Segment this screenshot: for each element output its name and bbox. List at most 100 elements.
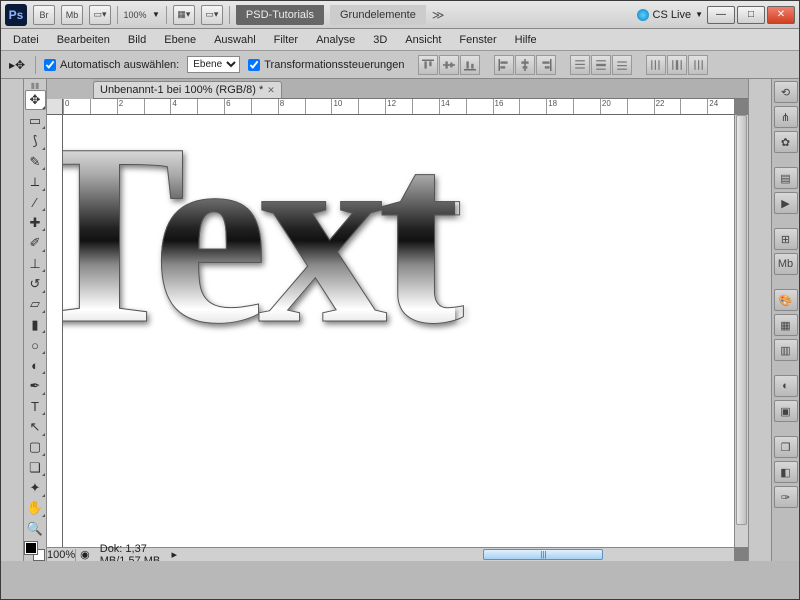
stamp-tool[interactable]: ⊥	[25, 254, 46, 273]
pen-tool[interactable]: ✒	[25, 376, 46, 395]
panel-minibridge[interactable]: Mb	[774, 253, 798, 275]
panel-tool-presets[interactable]: ⊞	[774, 228, 798, 250]
status-icon[interactable]: ◉	[76, 548, 94, 561]
menu-hilfe[interactable]: Hilfe	[507, 31, 545, 49]
hand-tool[interactable]: ✋	[25, 499, 46, 518]
menu-3d[interactable]: 3D	[365, 31, 395, 49]
dist-right[interactable]	[688, 55, 708, 75]
ruler-vertical[interactable]	[47, 115, 63, 547]
type-tool[interactable]: T	[25, 397, 46, 416]
options-bar: ▸✥ Automatisch auswählen: Ebene Transfor…	[1, 51, 799, 79]
align-left[interactable]	[494, 55, 514, 75]
auto-select-mode[interactable]: Ebene	[187, 56, 240, 73]
marquee-tool[interactable]: ▭	[25, 111, 46, 130]
menu-ansicht[interactable]: Ansicht	[397, 31, 449, 49]
align-vcenter[interactable]	[439, 55, 459, 75]
document-tab-bar: Unbenannt-1 bei 100% (RGB/8) *✕	[93, 79, 748, 99]
maximize-button[interactable]: □	[737, 6, 765, 24]
align-top[interactable]	[418, 55, 438, 75]
eraser-tool[interactable]: ▱	[25, 295, 46, 314]
panel-clone[interactable]: ▶	[774, 192, 798, 214]
arrange-docs-button[interactable]: ▭▾	[201, 5, 223, 25]
history-brush-tool[interactable]: ↺	[25, 274, 46, 293]
heal-tool[interactable]: ✚	[25, 213, 46, 232]
document-tab[interactable]: Unbenannt-1 bei 100% (RGB/8) *✕	[93, 81, 282, 98]
lasso-tool[interactable]: ⟆	[25, 131, 46, 150]
color-swatches[interactable]	[25, 542, 45, 561]
menu-analyse[interactable]: Analyse	[308, 31, 363, 49]
zoom-tool[interactable]: 🔍	[25, 519, 46, 538]
dist-top[interactable]	[570, 55, 590, 75]
workspace-tab-grund[interactable]: Grundelemente	[330, 5, 426, 25]
panel-adjustments[interactable]: ◐	[774, 375, 798, 397]
dist-hcenter[interactable]	[667, 55, 687, 75]
path-select-tool[interactable]: ↖	[25, 417, 46, 436]
workspace-tab-psd[interactable]: PSD-Tutorials	[236, 5, 324, 25]
close-button[interactable]: ✕	[767, 6, 795, 24]
auto-select-checkbox[interactable]: Automatisch auswählen:	[44, 59, 179, 71]
menu-datei[interactable]: Datei	[5, 31, 47, 49]
transform-controls-checkbox[interactable]: Transformationssteuerungen	[248, 59, 404, 71]
menu-bild[interactable]: Bild	[120, 31, 154, 49]
brush-tool[interactable]: ✐	[25, 233, 46, 252]
menu-auswahl[interactable]: Auswahl	[206, 31, 264, 49]
title-bar: Ps Br Mb ▭▾ 100% ▼ ▦▾ ▭▾ PSD-Tutorials G…	[1, 1, 799, 29]
status-bar: 100% ◉ Dok: 1,37 MB/1,57 MB ▸	[47, 547, 177, 561]
close-icon[interactable]: ✕	[267, 85, 275, 96]
quick-select-tool[interactable]: ✎	[25, 152, 46, 171]
eyedropper-tool[interactable]: ⁄	[25, 193, 46, 212]
cslive-label[interactable]: CS Live	[653, 9, 692, 21]
status-zoom[interactable]: 100%	[47, 549, 76, 561]
move-tool[interactable]: ✥	[25, 90, 46, 110]
menu-ebene[interactable]: Ebene	[156, 31, 204, 49]
collapse-strip-left[interactable]	[1, 79, 24, 561]
dodge-tool[interactable]: ◐	[25, 356, 46, 375]
status-menu-icon[interactable]: ▸	[171, 548, 177, 561]
minimize-button[interactable]: —	[707, 6, 735, 24]
ruler-horizontal[interactable]: 024681012141618202224	[63, 99, 734, 115]
zoom-level[interactable]: 100%	[124, 5, 146, 25]
align-hcenter[interactable]	[515, 55, 535, 75]
shape-tool[interactable]: ▢	[25, 438, 46, 457]
menu-bar: Datei Bearbeiten Bild Ebene Auswahl Filt…	[1, 29, 799, 51]
panel-color[interactable]: 🎨	[774, 289, 798, 311]
dist-bottom[interactable]	[612, 55, 632, 75]
more-workspaces-icon[interactable]: ≫	[432, 8, 445, 22]
align-right[interactable]	[536, 55, 556, 75]
canvas[interactable]: Text	[63, 115, 734, 547]
panel-paths[interactable]: ✑	[774, 486, 798, 508]
collapse-strip-right[interactable]	[748, 79, 771, 561]
horizontal-scrollbar[interactable]: |||	[177, 547, 734, 561]
panel-styles[interactable]: ▥	[774, 339, 798, 361]
panel-brushes[interactable]: ✿	[774, 131, 798, 153]
minibridge-button[interactable]: Mb	[61, 5, 83, 25]
blur-tool[interactable]: ○	[25, 335, 46, 354]
panel-actions[interactable]: ⋔	[774, 106, 798, 128]
dist-vcenter[interactable]	[591, 55, 611, 75]
menu-fenster[interactable]: Fenster	[451, 31, 504, 49]
panel-channels[interactable]: ◧	[774, 461, 798, 483]
menu-filter[interactable]: Filter	[266, 31, 306, 49]
panel-layers[interactable]: ❐	[774, 436, 798, 458]
panel-masks[interactable]: ▣	[774, 400, 798, 422]
bridge-button[interactable]: Br	[33, 5, 55, 25]
3d-camera-tool[interactable]: ✦	[25, 478, 46, 497]
status-docsize[interactable]: Dok: 1,37 MB/1,57 MB	[94, 543, 172, 562]
screen-mode-button[interactable]: ▭▾	[89, 5, 111, 25]
menu-bearbeiten[interactable]: Bearbeiten	[49, 31, 118, 49]
view-extras-button[interactable]: ▦▾	[173, 5, 195, 25]
vertical-scrollbar[interactable]	[734, 115, 748, 547]
dist-left[interactable]	[646, 55, 666, 75]
panel-grip[interactable]: ▮▮	[25, 81, 46, 89]
panel-brush-presets[interactable]: ▤	[774, 167, 798, 189]
ruler-origin[interactable]	[47, 99, 63, 115]
panel-swatches[interactable]: ▦	[774, 314, 798, 336]
align-group-2	[494, 55, 556, 75]
panel-history[interactable]: ⟲	[774, 81, 798, 103]
gradient-tool[interactable]: ▮	[25, 315, 46, 334]
cslive-icon	[637, 9, 649, 21]
3d-tool[interactable]: ❏	[25, 458, 46, 477]
move-tool-icon: ▸✥	[7, 55, 27, 75]
crop-tool[interactable]: ⟂	[25, 172, 46, 191]
align-bottom[interactable]	[460, 55, 480, 75]
